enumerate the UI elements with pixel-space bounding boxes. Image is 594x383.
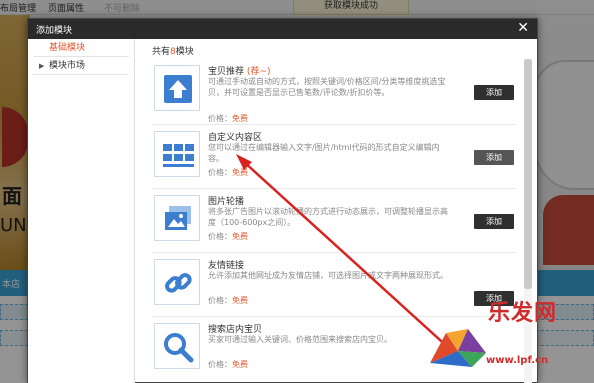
module-description: 可通过手动或自动的方式，按照关键词/价格区间/分类等维度挑选宝贝，并可设置是否显… (208, 77, 446, 97)
module-item: 图片轮播 将多张广告图片以滚动轮播的方式进行动态展示，可调整轮播显示高度（100… (152, 191, 516, 253)
scrollbar-thumb[interactable] (524, 59, 532, 289)
module-item: 自定义内容区 您可以通过在编辑器输入文字/图片/html代码的形式自定义编辑内容… (152, 127, 516, 189)
search-magnifier-icon (154, 323, 200, 369)
module-price: 价格：免费 (208, 114, 248, 123)
sidebar-item-label: 模块市场 (49, 61, 86, 71)
grid-layout-icon (154, 131, 200, 177)
add-module-button[interactable]: 添加 (474, 150, 514, 165)
watermark-logo: 乐发网 www.lpf.cn (428, 295, 588, 375)
module-item: 宝贝推荐 (荐~) 可通过手动或自动的方式，按照关键词/价格区间/分类等维度挑选… (152, 61, 516, 125)
watermark-url: www.lpf.cn (486, 355, 549, 366)
module-count: 共有8模块 (152, 44, 194, 57)
module-description: 允许添加其他网址成为友情店铺，可选择图片或文字两种展现形式。 (208, 271, 448, 280)
dialog-title: 添加模块 (36, 26, 73, 36)
count-prefix: 共有 (152, 47, 171, 57)
fox-logo-icon (430, 329, 486, 367)
screen: 布局管理 页面属性 不可删除 获取模块成功 面 UN 本店 添加模块 ✕ 基础模… (0, 0, 594, 383)
add-module-button[interactable]: 添加 (474, 85, 514, 100)
image-carousel-icon (154, 195, 200, 241)
module-price: 价格：免费 (208, 232, 248, 241)
sidebar-item-label: 基础模块 (49, 43, 86, 53)
module-price: 价格：免费 (208, 168, 248, 177)
close-icon[interactable]: ✕ (517, 20, 529, 36)
module-price: 价格：免费 (208, 296, 248, 305)
triangle-right-icon: ▶ (39, 62, 45, 70)
add-module-button[interactable]: 添加 (474, 214, 514, 229)
dialog-header: 添加模块 ✕ (28, 19, 537, 39)
sidebar-item-basic-modules[interactable]: 基础模块 (33, 39, 129, 57)
count-suffix: 模块 (175, 47, 194, 57)
module-description: 买家可通过输入关键词、价格范围来搜索店内宝贝。 (208, 335, 392, 344)
module-description: 将多张广告图片以滚动轮播的方式进行动态展示，可调整轮播显示高度（100-600p… (208, 207, 448, 227)
module-description: 您可以通过在编辑器输入文字/图片/html代码的形式自定义编辑内容。 (208, 143, 440, 163)
watermark-brand: 乐发网 (488, 300, 558, 326)
upload-arrow-icon (154, 65, 200, 111)
module-category-sidebar: 基础模块 ▶ 模块市场 (28, 39, 135, 383)
module-price: 价格：免费 (208, 360, 248, 369)
sidebar-item-module-market[interactable]: ▶ 模块市场 (33, 57, 129, 75)
link-chain-icon (154, 259, 200, 305)
